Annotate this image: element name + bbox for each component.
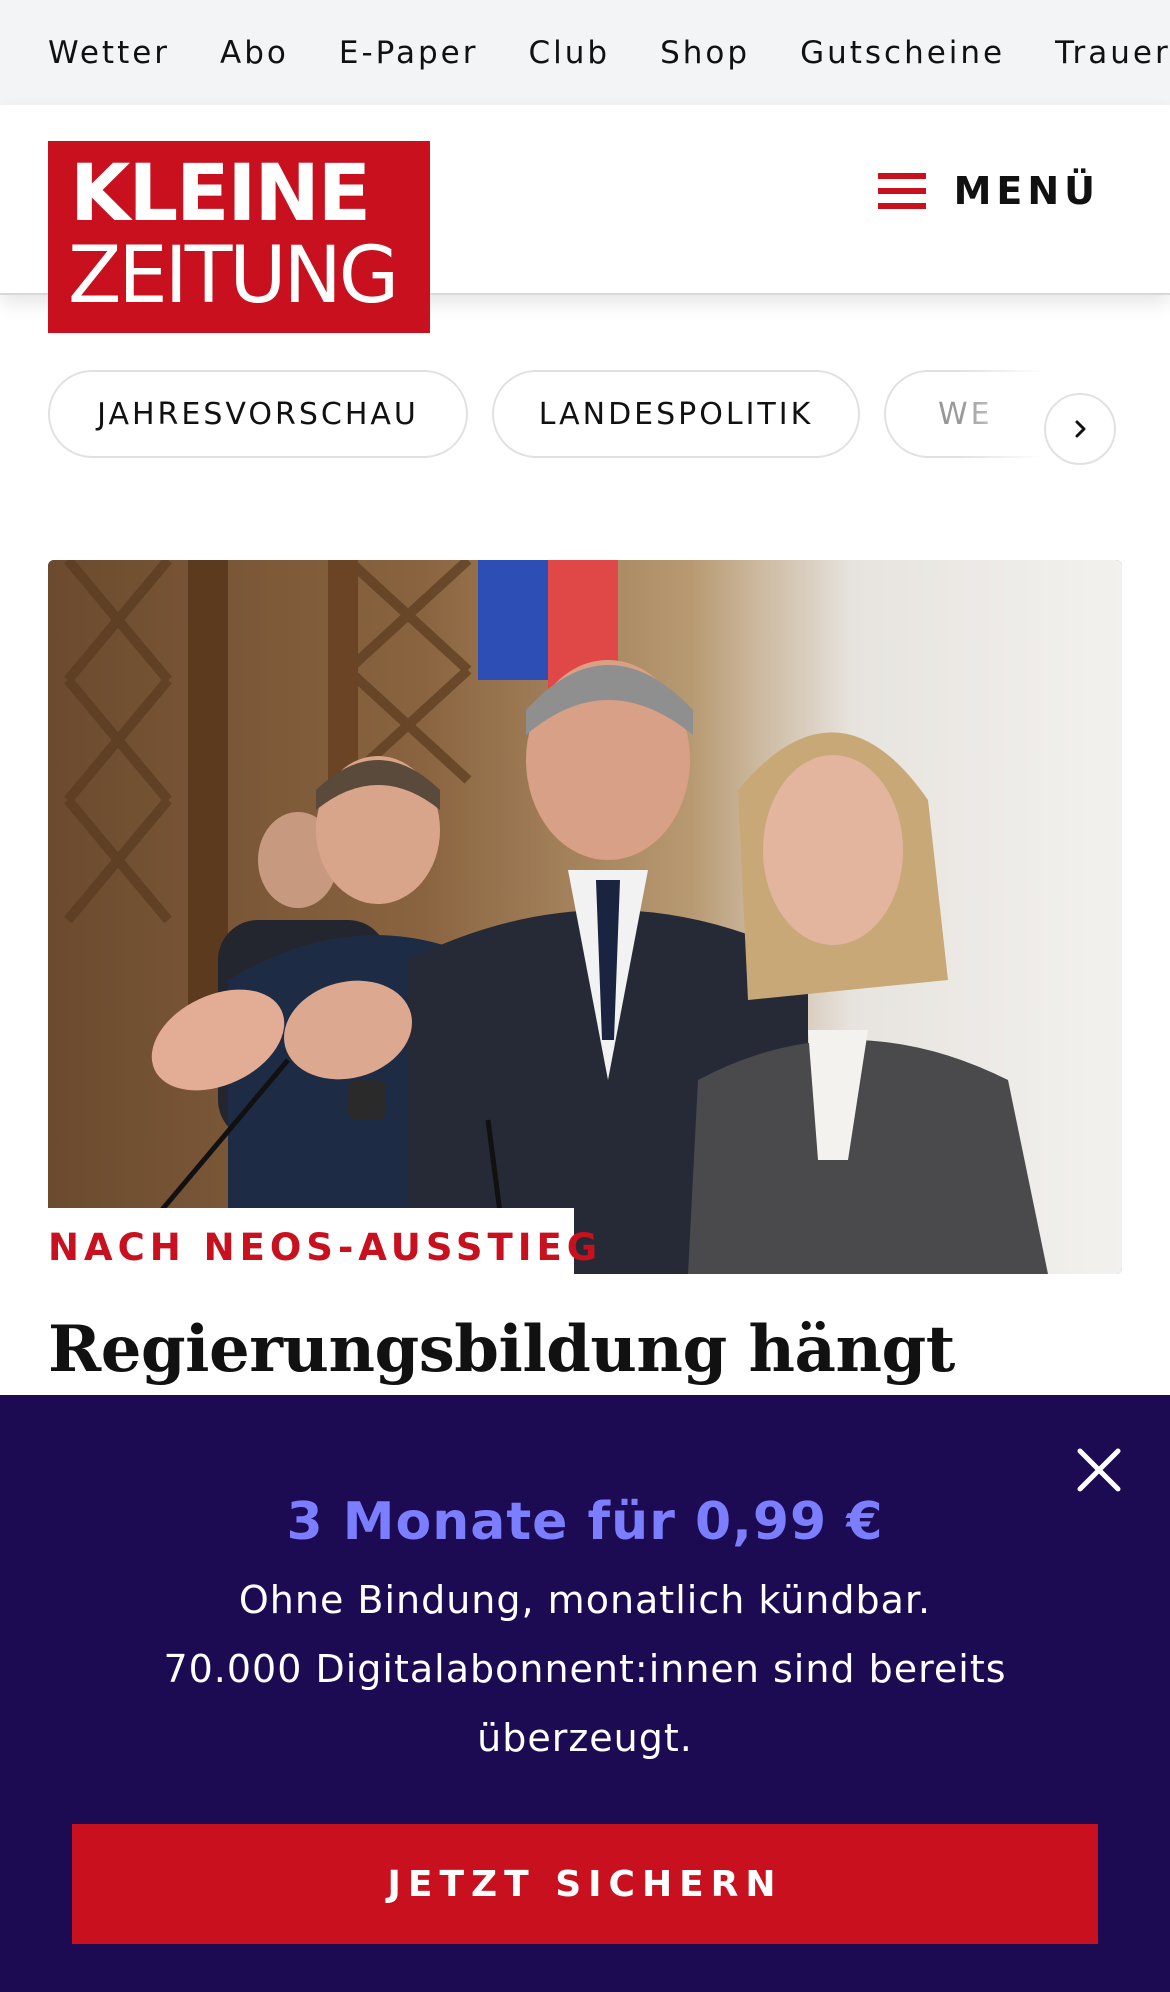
promo-line-1: Ohne Bindung, monatlich kündbar. — [238, 1578, 932, 1622]
promo-line-3: überzeugt. — [477, 1716, 693, 1760]
logo-line-2: ZEITUNG — [68, 231, 399, 321]
article-headline[interactable]: Regierungsbildung hängt — [48, 1308, 955, 1392]
utility-nav: Wetter Abo E-Paper Club Shop Gutscheine … — [0, 0, 1170, 105]
nav-link-wetter[interactable]: Wetter — [48, 35, 170, 71]
topic-pill-jahresvorschau[interactable]: JAHRESVORSCHAU — [48, 370, 468, 458]
close-banner-button[interactable] — [1076, 1447, 1122, 1493]
promo-line-2: 70.000 Digitalabonnent:innen sind bereit… — [163, 1647, 1007, 1691]
nav-link-epaper[interactable]: E-Paper — [339, 35, 479, 71]
chevron-right-icon — [1075, 420, 1086, 438]
logo-line-1: KLEINE — [70, 149, 371, 239]
menu-button[interactable]: MENÜ — [877, 161, 1100, 221]
nav-link-club[interactable]: Club — [528, 35, 610, 71]
promo-title: 3 Monate für 0,99 € — [286, 1492, 884, 1552]
site-logo[interactable]: KLEINE ZEITUNG — [48, 141, 430, 333]
utility-links: Wetter Abo E-Paper Club Shop Gutscheine … — [48, 0, 1170, 105]
subscribe-cta-button[interactable]: JETZT SICHERN — [72, 1824, 1098, 1944]
topic-pill-landespolitik[interactable]: LANDESPOLITIK — [492, 370, 860, 458]
hamburger-icon — [877, 173, 926, 209]
topics-next-button[interactable] — [1044, 393, 1116, 465]
site-header: KLEINE ZEITUNG MENÜ — [0, 105, 1170, 333]
article-kicker[interactable]: NACH NEOS-AUSSTIEG — [48, 1226, 602, 1269]
nav-link-trauerportal[interactable]: Trauerp — [1055, 35, 1170, 71]
nav-link-gutscheine[interactable]: Gutscheine — [800, 35, 1005, 71]
nav-link-shop[interactable]: Shop — [660, 35, 750, 71]
close-icon — [1077, 1448, 1121, 1492]
article-hero-image[interactable] — [48, 560, 1122, 1274]
menu-label: MENÜ — [953, 169, 1100, 213]
hero-photo — [48, 560, 1122, 1274]
topic-pills: JAHRESVORSCHAU LANDESPOLITIK WE — [0, 368, 1170, 460]
nav-link-abo[interactable]: Abo — [220, 35, 289, 71]
